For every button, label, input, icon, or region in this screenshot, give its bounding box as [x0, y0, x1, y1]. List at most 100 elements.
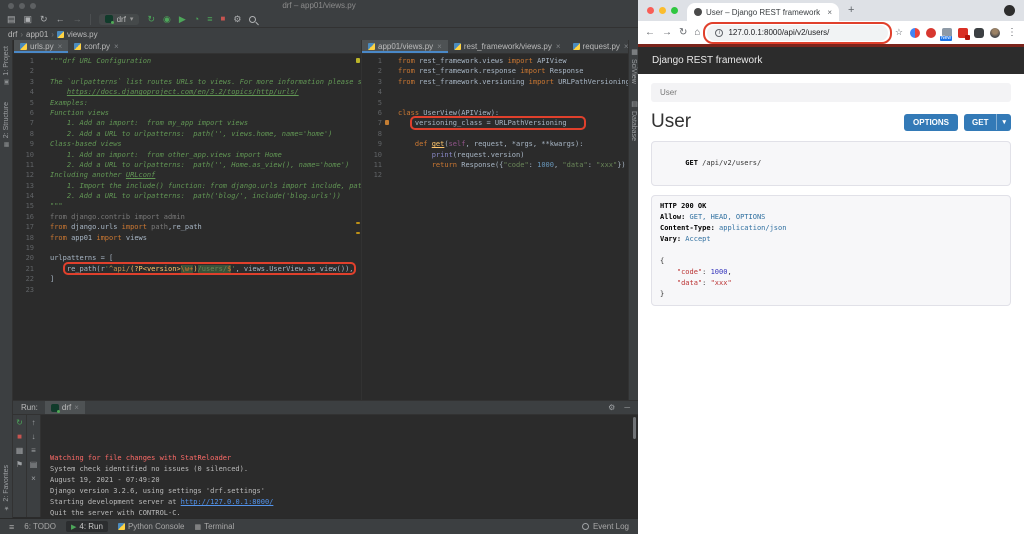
editor-tab[interactable]: app01/views.py×	[362, 40, 448, 53]
run-configuration-select[interactable]: drf ▾	[99, 14, 140, 25]
macos-window-controls[interactable]	[647, 7, 678, 14]
bookmark-star-icon[interactable]: ☆	[895, 27, 903, 38]
tab-overview-icon[interactable]	[1004, 5, 1015, 16]
console-line: Django version 3.2.6, using settings 'dr…	[50, 486, 638, 497]
python-file-icon	[573, 43, 580, 50]
left-editor-tabs: urls.py×conf.py×	[14, 40, 361, 54]
site-info-icon[interactable]: i	[715, 29, 723, 37]
url-text[interactable]: 127.0.0.1:8000/api/v2/users/	[728, 28, 829, 37]
sidebar-tool-tab[interactable]: ▦2: Structure	[3, 102, 10, 148]
extension-red-blue-icon[interactable]	[910, 28, 920, 38]
breadcrumb[interactable]: drf›app01›views.py	[0, 28, 638, 40]
sidebar-tool-tab[interactable]: ▣1: Project	[3, 46, 10, 86]
open-folder-icon[interactable]: ▤	[7, 14, 16, 24]
breadcrumb-item[interactable]: views.py	[67, 30, 98, 39]
statusbar-item[interactable]: Python Console	[118, 522, 184, 531]
run-dashboard-icon[interactable]: ≡	[207, 14, 212, 24]
rerun-icon[interactable]: ↻	[147, 14, 155, 24]
editor-tab[interactable]: rest_framework/views.py×	[448, 40, 567, 53]
editor-pane-urls[interactable]: urls.py×conf.py× 12345678910111213141516…	[14, 40, 362, 400]
kebab-menu-icon[interactable]: ⋮	[1007, 27, 1017, 38]
line-number: 13	[26, 182, 34, 190]
down-stack-icon[interactable]: ↓	[32, 432, 36, 441]
get-button-label[interactable]: GET	[964, 114, 996, 131]
editor-tab[interactable]: urls.py×	[14, 40, 68, 53]
close-icon[interactable]: ×	[58, 42, 63, 51]
forward-icon[interactable]: →	[73, 14, 82, 24]
close-icon[interactable]: ×	[114, 42, 119, 51]
home-button[interactable]: ⌂	[694, 27, 700, 38]
print-icon[interactable]: ▤	[30, 460, 38, 469]
new-tab-button[interactable]: +	[848, 4, 854, 16]
drf-breadcrumb[interactable]: User	[651, 83, 1011, 102]
left-editor-body[interactable]: 1234567891011121314151617181920212223 ""…	[14, 54, 361, 399]
tab-close-icon[interactable]: ×	[827, 8, 832, 17]
tool-windows-menu-icon[interactable]: ≡	[9, 522, 14, 532]
statusbar-item[interactable]: ▦Terminal	[194, 522, 234, 531]
pin-icon[interactable]: ⚑	[16, 460, 23, 469]
left-editor-code[interactable]: """drf URL ConfigurationThe `urlpatterns…	[42, 54, 361, 399]
run-coverage-icon[interactable]: ▶	[179, 14, 186, 24]
code-line: 1. Import the include() function: from d…	[50, 181, 361, 191]
profiler-icon[interactable]: ◔	[194, 14, 199, 24]
sidebar-tool-tab[interactable]: ▤Database	[630, 100, 638, 141]
code-line: from django.contrib import admin	[50, 212, 361, 222]
up-stack-icon[interactable]: ↑	[32, 418, 36, 427]
sidebar-tool-tab-favorites[interactable]: ★2: Favorites	[3, 465, 10, 512]
close-icon[interactable]: ×	[74, 403, 79, 412]
soft-wrap-icon[interactable]: ≡	[31, 446, 36, 455]
event-log-button[interactable]: Event Log	[582, 522, 629, 531]
get-split-button[interactable]: GET ▾	[964, 114, 1011, 131]
extensions-puzzle-icon[interactable]	[974, 28, 984, 38]
line-number: 5	[30, 99, 34, 107]
gutter-line: 10	[362, 150, 390, 160]
gear-icon[interactable]: ⚙	[608, 403, 615, 412]
search-everywhere-icon[interactable]	[249, 16, 256, 23]
close-icon[interactable]: ×	[437, 42, 442, 51]
extension-adblock-icon[interactable]	[926, 28, 936, 38]
save-all-icon[interactable]: ▣	[24, 14, 33, 24]
forward-button[interactable]: →	[662, 27, 672, 38]
editor-tab[interactable]: request.py×	[567, 40, 635, 53]
python-file-icon	[368, 43, 375, 50]
statusbar-item[interactable]: ▶4: Run	[66, 521, 108, 532]
editor-pane-views[interactable]: app01/views.py×rest_framework/views.py×r…	[362, 40, 635, 400]
gutter-line: 9	[14, 139, 42, 149]
stop-icon[interactable]: ■	[220, 14, 225, 24]
statusbar-item[interactable]: 6: TODO	[24, 522, 56, 531]
editor-tab[interactable]: conf.py×	[68, 40, 124, 53]
run-tab[interactable]: drf ×	[45, 401, 85, 414]
right-editor-body[interactable]: 123456789101112 from rest_framework.view…	[362, 54, 635, 399]
toolbar-separator	[90, 14, 91, 25]
back-button[interactable]: ←	[645, 27, 655, 38]
close-icon[interactable]: ×	[556, 42, 561, 51]
back-icon[interactable]: ←	[56, 14, 65, 24]
rerun-icon[interactable]: ↻	[16, 418, 23, 427]
reload-button[interactable]: ↻	[679, 27, 687, 38]
stop-icon[interactable]: ■	[17, 432, 22, 441]
wrench-icon[interactable]: ⚙	[233, 14, 241, 24]
minimize-icon[interactable]: ─	[624, 403, 630, 412]
response-line: HTTP 200 OK	[660, 201, 1002, 212]
console-scrollbar[interactable]	[633, 417, 636, 439]
code-line: from rest_framework.versioning import UR…	[398, 77, 635, 87]
profile-avatar-icon[interactable]	[990, 28, 1000, 38]
chevron-down-icon[interactable]: ▾	[996, 114, 1011, 130]
address-bar[interactable]: i 127.0.0.1:8000/api/v2/users/	[707, 25, 887, 41]
options-button[interactable]: OPTIONS	[904, 114, 958, 131]
sidebar-tool-tab[interactable]: ▦SciView	[630, 48, 638, 84]
console-line: Quit the server with CONTROL-C.	[50, 508, 638, 517]
right-editor-code[interactable]: from rest_framework.views import APIView…	[390, 54, 635, 399]
run-console[interactable]: Watching for file changes with StatReloa…	[41, 415, 638, 517]
toolbar-right-icons: ↻ ◉ ▶ ◔ ≡ ■ ⚙	[147, 14, 256, 24]
debug-icon[interactable]: ◉	[163, 14, 171, 24]
clear-icon[interactable]: ×	[31, 474, 36, 483]
sync-icon[interactable]: ↻	[40, 14, 48, 24]
restore-layout-icon[interactable]: ▦	[16, 446, 24, 455]
breadcrumb-item[interactable]: drf	[8, 30, 17, 39]
breadcrumb-item[interactable]: app01	[26, 30, 48, 39]
extension-badge-4-icon[interactable]	[958, 28, 968, 38]
extension-new-badge-icon[interactable]	[942, 28, 952, 38]
drf-brand[interactable]: Django REST framework	[652, 55, 762, 66]
browser-tab[interactable]: User – Django REST framework ×	[687, 3, 839, 21]
